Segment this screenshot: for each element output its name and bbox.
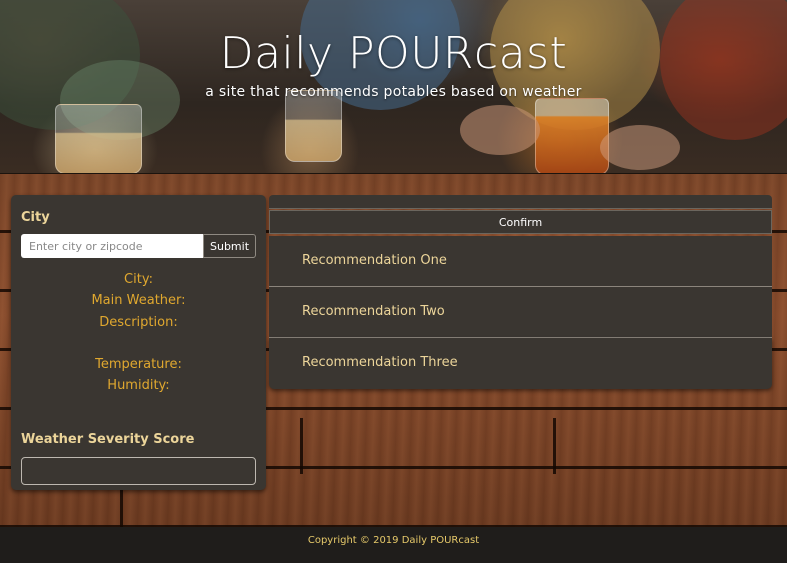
city-heading: City bbox=[21, 210, 50, 225]
recommendation-item[interactable]: Recommendation Three bbox=[269, 338, 772, 389]
city-card: City Submit City: Main Weather: Descript… bbox=[11, 195, 266, 490]
recommendation-panel-header bbox=[269, 195, 772, 209]
recommendation-item[interactable]: Recommendation Two bbox=[269, 287, 772, 338]
humidity-field-label: Humidity: bbox=[107, 378, 170, 393]
main-weather-field-label: Main Weather: bbox=[91, 293, 186, 308]
hero-banner: Daily POURcast a site that recommends po… bbox=[0, 0, 787, 174]
page-title: Daily POURcast bbox=[219, 28, 568, 79]
recommendation-label: Recommendation Two bbox=[302, 304, 445, 319]
confirm-button[interactable]: Confirm bbox=[269, 210, 772, 234]
beer-glass-image bbox=[535, 98, 609, 173]
recommendation-label: Recommendation One bbox=[302, 253, 447, 268]
temperature-field-label: Temperature: bbox=[95, 357, 182, 372]
footer: Copyright © 2019 Daily POURcast bbox=[0, 527, 787, 563]
recommendation-list: Recommendation One Recommendation Two Re… bbox=[269, 236, 772, 389]
beer-glass-image bbox=[55, 104, 142, 173]
copyright-text: Copyright © 2019 Daily POURcast bbox=[307, 535, 480, 546]
city-input[interactable] bbox=[21, 234, 203, 258]
beer-glass-image bbox=[285, 90, 342, 162]
recommendation-label: Recommendation Three bbox=[302, 355, 458, 370]
city-field-label: City: bbox=[124, 272, 153, 287]
submit-button[interactable]: Submit bbox=[203, 234, 256, 258]
recommendation-item[interactable]: Recommendation One bbox=[269, 236, 772, 287]
severity-heading: Weather Severity Score bbox=[21, 432, 195, 447]
hand-image bbox=[460, 105, 540, 155]
wood-seam bbox=[300, 418, 303, 474]
wood-seam bbox=[553, 418, 556, 474]
description-field-label: Description: bbox=[99, 315, 178, 330]
page-subtitle: a site that recommends potables based on… bbox=[205, 84, 582, 100]
hand-image bbox=[600, 125, 680, 170]
severity-score-field[interactable] bbox=[21, 457, 256, 485]
